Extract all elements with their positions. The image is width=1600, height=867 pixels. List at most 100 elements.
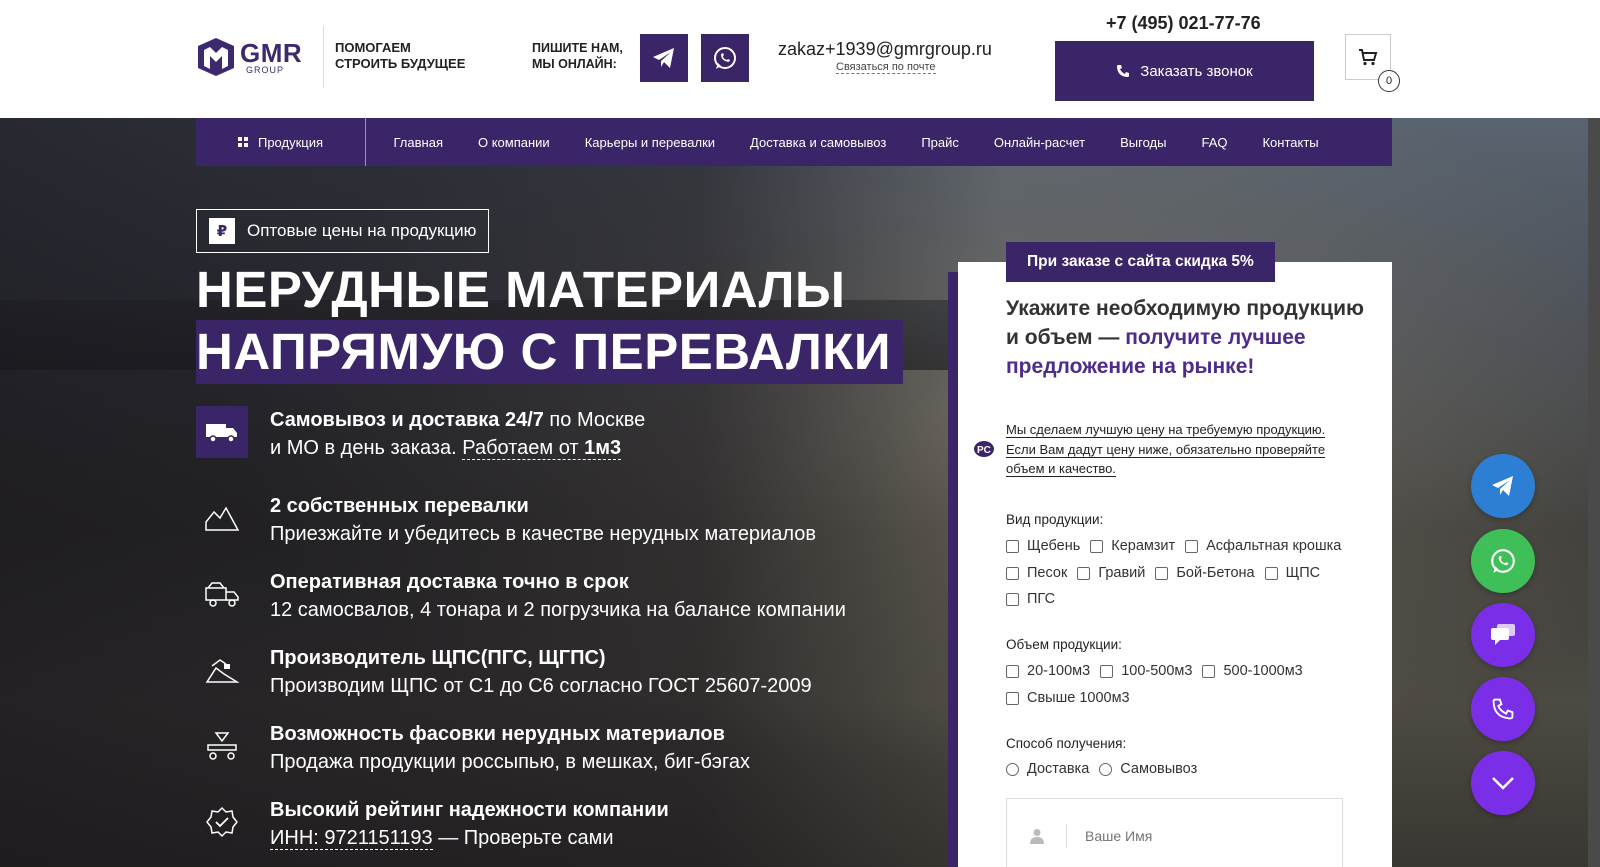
nav-item-benefits[interactable]: Выгоды: [1103, 135, 1184, 150]
float-telegram-button[interactable]: [1471, 454, 1535, 518]
float-collapse-button[interactable]: [1471, 751, 1535, 815]
feature-title: Самовывоз и доставка 24/7: [270, 409, 544, 431]
write-us-label: ПИШИТЕ НАМ, МЫ ОНЛАЙН:: [532, 40, 623, 72]
nav-item-faq[interactable]: FAQ: [1184, 135, 1245, 150]
phone-icon: [1117, 65, 1130, 77]
checkbox[interactable]: [1090, 539, 1104, 553]
form-note-text: Мы сделаем лучшую цену на требуемую прод…: [1006, 422, 1326, 477]
nav-item-contacts[interactable]: Контакты: [1245, 135, 1336, 150]
form-heading: Укажите необходимую продукцию и объем — …: [1006, 294, 1366, 381]
callback-label: Заказать звонок: [1140, 62, 1253, 80]
inn-link[interactable]: ИНН: 9721151193: [270, 827, 433, 850]
volume-option-100-500[interactable]: 100-500м3: [1100, 663, 1192, 679]
product-options-row: Песок Гравий Бой-Бетона ЩПС: [1006, 565, 1330, 581]
telegram-icon: [1492, 476, 1513, 496]
radio[interactable]: [1006, 762, 1019, 776]
name-input[interactable]: [1085, 827, 1325, 844]
checkbox[interactable]: [1006, 691, 1019, 705]
volume-option-1000-plus[interactable]: Свыше 1000м3: [1006, 690, 1130, 706]
product-type-label: Вид продукции:: [1006, 512, 1104, 527]
cart-icon: [1359, 49, 1378, 66]
nav-products-label: Продукция: [257, 134, 324, 150]
product-option-pgs[interactable]: ПГС: [1006, 591, 1055, 607]
form-accent-bar: [948, 272, 958, 867]
feature-title: Высокий рейтинг надежности компании: [270, 799, 669, 821]
window-scrollbar-strip: [1588, 0, 1600, 867]
nav-item-delivery[interactable]: Доставка и самовывоз: [733, 135, 904, 150]
checkbox[interactable]: [1006, 539, 1019, 553]
checkbox[interactable]: [1155, 566, 1169, 580]
name-field[interactable]: [1006, 798, 1343, 867]
email-contact-link[interactable]: Связаться по почте: [836, 61, 936, 74]
slogan-line: СТРОИТЬ БУДУЩЕЕ: [335, 56, 466, 71]
checkbox[interactable]: [1185, 539, 1199, 553]
gmr-logo-icon: [198, 38, 234, 76]
email-address[interactable]: zakaz+1939@gmrgroup.ru: [778, 39, 992, 60]
checkbox[interactable]: [1006, 566, 1019, 580]
checkbox[interactable]: [1006, 664, 1019, 678]
feature-text: по Москве: [543, 409, 646, 431]
product-options-row: ПГС: [1006, 591, 1065, 607]
svg-text:PC: PC: [977, 445, 991, 456]
ruble-icon: ₽: [209, 218, 235, 244]
product-option-gravel2[interactable]: Гравий: [1077, 565, 1145, 581]
method-option-delivery[interactable]: Доставка: [1006, 761, 1089, 777]
site-header: GMR GROUP ПОМОГАЕМ СТРОИТЬ БУДУЩЕЕ ПИШИТ…: [0, 0, 1600, 118]
product-options-row: Щебень Керамзит Асфальтная крошка: [1006, 538, 1351, 554]
feature-title: 2 собственных перевалки: [270, 495, 529, 517]
checkbox[interactable]: [1264, 566, 1278, 580]
feature-title: Возможность фасовки нерудных материалов: [270, 723, 725, 745]
nav-item-price[interactable]: Прайс: [904, 135, 977, 150]
nav-item-home[interactable]: Главная: [376, 135, 460, 150]
product-option-shps[interactable]: ЩПС: [1264, 565, 1320, 581]
main-nav: Продукция Главная О компании Карьеры и п…: [196, 118, 1392, 166]
volume-options-row: 20-100м3 100-500м3 500-1000м3: [1006, 663, 1313, 679]
checkbox[interactable]: [1202, 664, 1216, 678]
float-whatsapp-button[interactable]: [1471, 529, 1535, 593]
telegram-icon: [653, 48, 674, 68]
volume-label: Объем продукции:: [1006, 637, 1122, 652]
volume-option-500-1000[interactable]: 500-1000м3: [1202, 663, 1303, 679]
product-option-sand[interactable]: Песок: [1006, 565, 1067, 581]
product-option-asphalt[interactable]: Асфальтная крошка: [1185, 538, 1341, 554]
volume-option-20-100[interactable]: 20-100м3: [1006, 663, 1090, 679]
nav-item-about[interactable]: О компании: [460, 135, 567, 150]
nav-item-quarries[interactable]: Карьеры и перевалки: [567, 135, 732, 150]
telegram-button[interactable]: [640, 34, 688, 82]
feature-text: Продажа продукции россыпью, в мешках, би…: [270, 751, 750, 773]
product-option-gravel[interactable]: Щебень: [1006, 538, 1080, 554]
callback-button[interactable]: Заказать звонок: [1055, 41, 1314, 101]
checkbox[interactable]: [1077, 566, 1091, 580]
slogan-line: ПОМОГАЕМ: [335, 40, 411, 55]
write-us-line: МЫ ОНЛАЙН:: [532, 57, 617, 71]
user-icon: [1007, 823, 1067, 848]
min-volume-link[interactable]: Работаем от 1м3: [462, 437, 622, 460]
whatsapp-icon: [1491, 549, 1515, 573]
nav-item-calculator[interactable]: Онлайн-расчет: [976, 135, 1102, 150]
excavator-icon: [196, 644, 248, 696]
product-option-concrete[interactable]: Бой-Бетона: [1155, 565, 1255, 581]
chevron-down-icon: [1492, 777, 1514, 790]
feature-text: и МО в день заказа.: [270, 437, 463, 459]
radio[interactable]: [1099, 762, 1113, 776]
wholesale-prices-button[interactable]: ₽ Оптовые цены на продукцию: [196, 209, 490, 253]
float-chat-button[interactable]: [1471, 603, 1535, 667]
whatsapp-button[interactable]: [701, 34, 749, 82]
method-options-row: Доставка Самовывоз: [1006, 761, 1207, 777]
dump-truck-icon: [196, 568, 248, 620]
conveyor-icon: [196, 720, 248, 772]
phone-number[interactable]: +7 (495) 021-77-76: [1106, 13, 1261, 34]
method-option-pickup[interactable]: Самовывоз: [1099, 761, 1197, 777]
logo-divider: [323, 26, 324, 88]
truck-icon: [196, 406, 248, 458]
checkbox[interactable]: [1100, 664, 1114, 678]
whatsapp-icon: [714, 47, 736, 69]
gmr-logo[interactable]: GMR GROUP: [196, 38, 302, 76]
nav-products-button[interactable]: Продукция: [196, 118, 366, 166]
method-label: Способ получения:: [1006, 736, 1127, 751]
hero-title-line1: НЕРУДНЫЕ МАТЕРИАЛЫ: [196, 261, 846, 318]
rs-logo-icon: PC: [974, 441, 994, 457]
product-option-keramzit[interactable]: Керамзит: [1090, 538, 1175, 554]
checkbox[interactable]: [1006, 592, 1019, 606]
float-call-button[interactable]: [1471, 677, 1535, 741]
